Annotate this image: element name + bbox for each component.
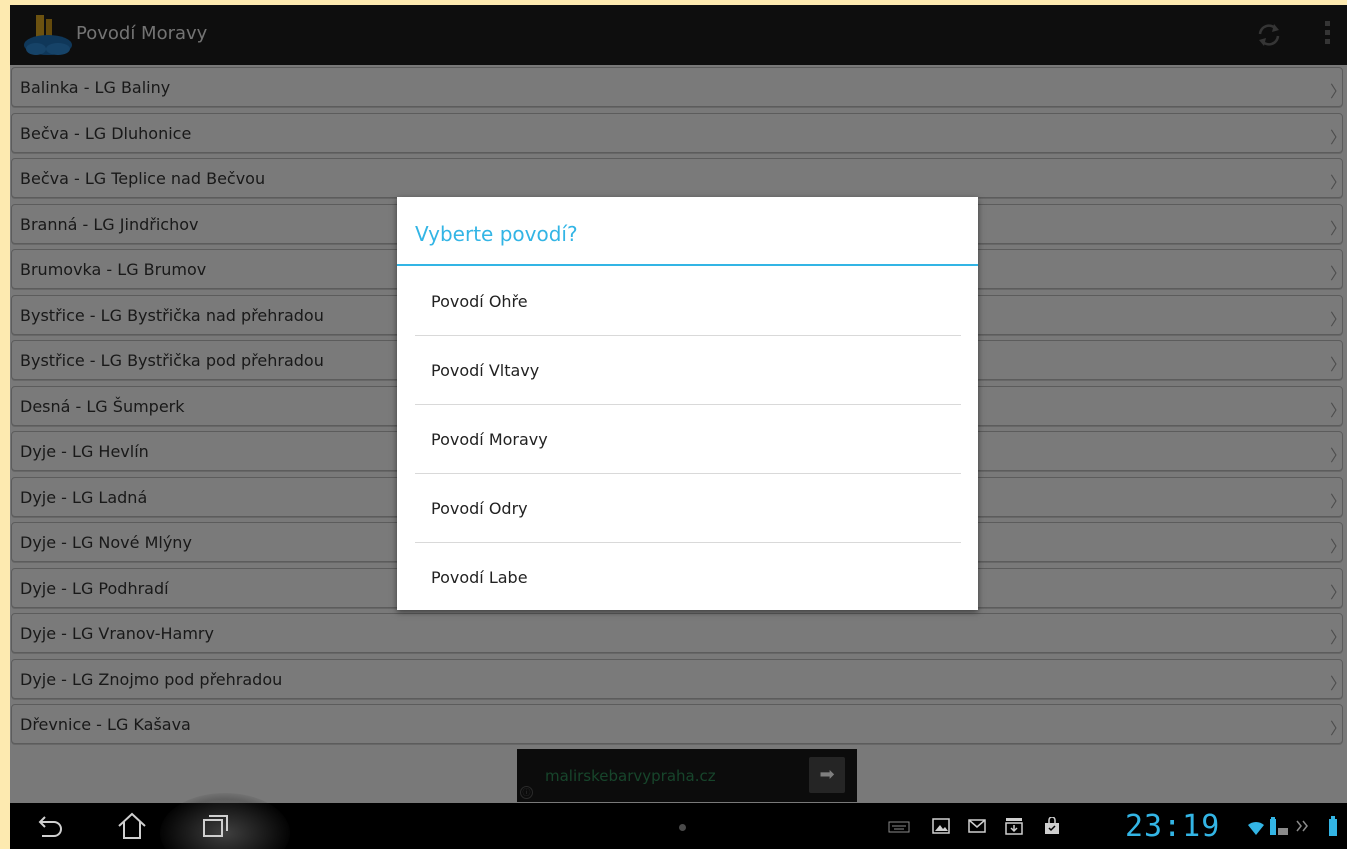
dialog-option[interactable]: Povodí Odry <box>431 499 528 518</box>
gallery-icon[interactable] <box>932 817 950 835</box>
system-navigation-bar: 23:19 <box>10 793 1347 849</box>
battery-icon[interactable] <box>1268 815 1290 837</box>
app-window: Povodí Moravy Balinka - LG Baliny〉 Bečva… <box>10 5 1347 849</box>
dialog-option[interactable]: Povodí Vltavy <box>431 361 539 380</box>
store-icon[interactable] <box>1043 817 1061 835</box>
select-basin-dialog: Vyberte povodí? Povodí Ohře Povodí Vltav… <box>397 197 978 610</box>
divider <box>415 542 961 543</box>
divider <box>415 335 961 336</box>
divider <box>415 473 961 474</box>
status-clock[interactable]: 23:19 <box>1125 809 1220 844</box>
gmail-icon[interactable] <box>968 817 986 835</box>
home-icon[interactable] <box>115 810 149 842</box>
back-icon[interactable] <box>32 810 66 842</box>
dialog-title: Vyberte povodí? <box>415 222 578 246</box>
keyboard-icon[interactable] <box>888 817 910 835</box>
dialog-option[interactable]: Povodí Moravy <box>431 430 548 449</box>
recent-apps-icon[interactable] <box>198 810 232 842</box>
dock-indicator-dot <box>679 824 686 831</box>
divider <box>415 404 961 405</box>
battery-level-icon <box>1329 816 1337 836</box>
dialog-option[interactable]: Povodí Labe <box>431 568 528 587</box>
wifi-icon[interactable] <box>1247 819 1265 837</box>
chevron-double-right-icon[interactable] <box>1293 817 1311 835</box>
dialog-title-divider <box>397 264 978 266</box>
dialog-option[interactable]: Povodí Ohře <box>431 292 528 311</box>
download-icon[interactable] <box>1005 817 1023 835</box>
